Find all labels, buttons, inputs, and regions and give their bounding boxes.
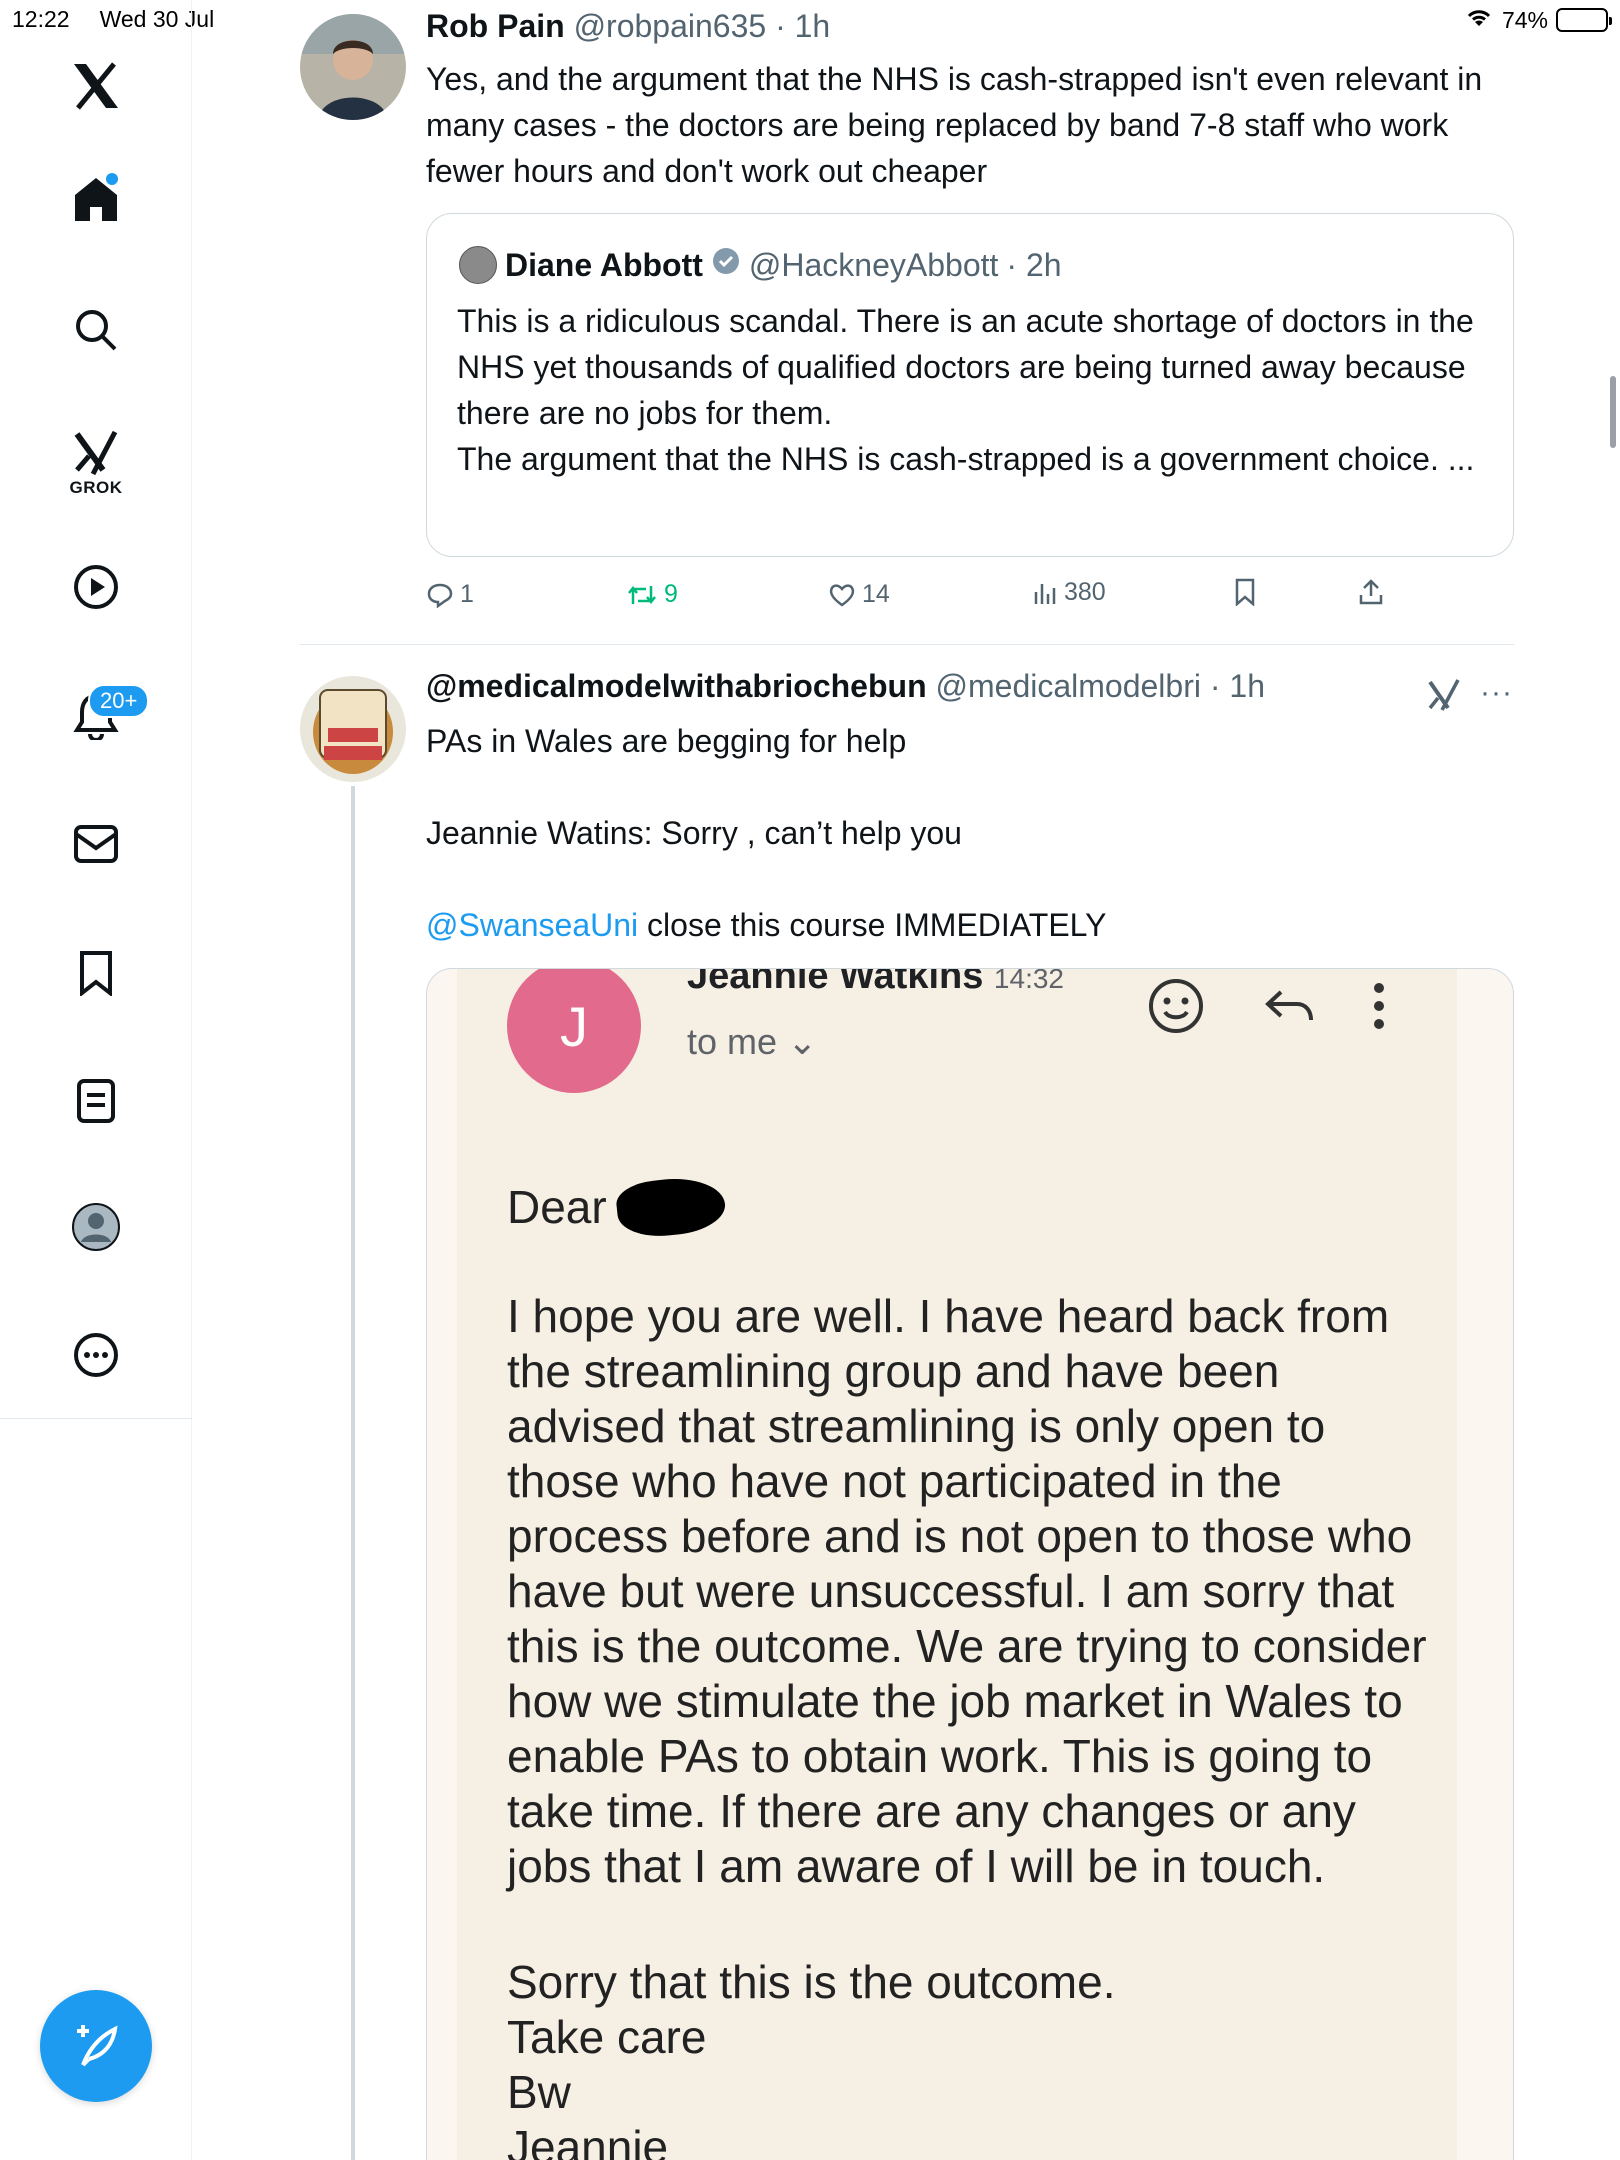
bookmark-icon: [1235, 578, 1255, 606]
email-sender-name: Jeannie Watkins: [687, 968, 984, 997]
share-button[interactable]: [1358, 578, 1384, 606]
avatar-rob-pain[interactable]: [300, 14, 406, 120]
reply-icon: [427, 583, 453, 608]
emoji-react-icon: [1149, 979, 1203, 1033]
attached-email-screenshot[interactable]: J Jeannie Watkins 14:32 to me ⌄ Dear I h…: [426, 968, 1514, 2160]
grok-explain-icon[interactable]: [1426, 676, 1462, 717]
quoted-tweet-header: Diane Abbott @HackneyAbbott · 2h: [459, 246, 1062, 284]
tweet2-line3: @SwanseaUni close this course IMMEDIATEL…: [426, 902, 1516, 948]
more-options-dots-icon[interactable]: ···: [1480, 676, 1513, 710]
email-signoff: Sorry that this is the outcome. Take car…: [507, 1956, 1116, 2160]
bookmarks-icon[interactable]: [0, 950, 192, 996]
email-reply-arrow-icon: [1265, 990, 1313, 1021]
email-time: 14:32: [993, 968, 1064, 994]
redacted-name-mark: [614, 1173, 728, 1241]
compose-post-button[interactable]: [40, 1990, 152, 2102]
grok-label: GROK: [69, 478, 123, 497]
tweet1-text: Yes, and the argument that the NHS is ca…: [426, 61, 1483, 189]
email-actions: [1147, 977, 1385, 1035]
verified-badge-icon: [711, 246, 741, 284]
tweet-separator: [300, 644, 1514, 645]
tweet2-line3-rest: close this course IMMEDIATELY: [638, 907, 1107, 943]
grok-nav-item[interactable]: GROK: [0, 428, 192, 498]
email-greeting-text: Dear: [507, 1181, 607, 1233]
tweet2-text: PAs in Wales are begging for help Jeanni…: [426, 718, 1516, 948]
quoted-author-name: Diane Abbott: [505, 246, 703, 283]
bookmark-button[interactable]: [1234, 578, 1256, 606]
tweet2-line1: PAs in Wales are begging for help: [426, 723, 907, 759]
views-chart-icon: [1034, 583, 1056, 604]
reply-button[interactable]: 1: [426, 580, 474, 609]
quoted-timestamp: · 2h: [1006, 246, 1062, 283]
tweet1-author-handle[interactable]: @robpain635: [574, 8, 767, 44]
email-recipient: to me ⌄: [687, 1021, 817, 1063]
like-count: 14: [862, 580, 890, 608]
thread-line: [351, 786, 355, 2160]
battery-icon: [1556, 8, 1612, 32]
email-chevron-down-icon: ⌄: [787, 1021, 818, 1062]
avatar-medicalmodel[interactable]: [300, 676, 406, 782]
repost-count: 9: [664, 580, 678, 608]
status-bar-right: 74%: [1464, 6, 1612, 34]
email-sender: Jeannie Watkins 14:32: [687, 968, 1064, 998]
tweet2-author-name[interactable]: @medicalmodelwithabriochebun: [426, 668, 927, 704]
sidebar-divider: [0, 1418, 192, 1419]
quoted-tweet-text: This is a ridiculous scandal. There is a…: [457, 298, 1497, 482]
quoted-author-handle: @HackneyAbbott: [748, 246, 999, 283]
tweet1-header: Rob Pain @robpain635 · 1h: [426, 8, 830, 45]
repost-icon: [628, 585, 656, 604]
like-button[interactable]: 14: [828, 580, 890, 609]
quoted-text-para1: This is a ridiculous scandal. There is a…: [457, 303, 1474, 431]
battery-percent: 74%: [1501, 6, 1548, 33]
email-kebab-menu-icon: [1374, 983, 1384, 1029]
reply-count: 1: [460, 580, 474, 608]
quoted-text-para2: The argument that the NHS is cash-strapp…: [457, 441, 1475, 477]
email-recipient-label: to me: [687, 1021, 778, 1062]
home-icon[interactable]: [0, 175, 192, 223]
grok-icon: [74, 430, 118, 476]
avatar-diane-abbott: [459, 246, 497, 284]
email-screenshot-content: J Jeannie Watkins 14:32 to me ⌄ Dear I h…: [457, 969, 1457, 2160]
sidebar: GROK 20+: [0, 0, 192, 2160]
profile-icon[interactable]: [0, 1202, 192, 1252]
views-count: 380: [1064, 578, 1106, 606]
tweet1-author-name[interactable]: Rob Pain: [426, 8, 565, 44]
quoted-tweet[interactable]: Diane Abbott @HackneyAbbott · 2h This is…: [426, 213, 1514, 557]
compose-quill-icon: [77, 2025, 118, 2067]
email-greeting: Dear: [507, 1173, 728, 1241]
search-icon[interactable]: [0, 308, 192, 352]
wifi-icon: [1464, 6, 1494, 34]
email-body: I hope you are well. I have heard back f…: [507, 1290, 1427, 1892]
email-sender-avatar: J: [507, 969, 641, 1093]
repost-button[interactable]: 9: [626, 580, 678, 609]
scroll-indicator[interactable]: [1610, 376, 1616, 448]
mention-swanseauni-link[interactable]: @SwanseaUni: [426, 907, 638, 943]
x-logo-icon[interactable]: [0, 62, 192, 110]
messages-icon[interactable]: [0, 824, 192, 864]
home-unread-dot: [106, 173, 118, 185]
tweet2-author-handle[interactable]: @medicalmodelbri: [936, 668, 1201, 704]
notifications-badge: 20+: [88, 684, 150, 718]
tweet2-line2: Jeannie Watins: Sorry , can’t help you: [426, 815, 962, 851]
lists-icon[interactable]: [0, 1078, 192, 1124]
like-heart-icon: [829, 583, 855, 607]
tweet1-timestamp[interactable]: · 1h: [775, 8, 830, 44]
views-button[interactable]: 380: [1032, 578, 1106, 607]
share-icon: [1359, 579, 1383, 605]
tweet2-header: @medicalmodelwithabriochebun @medicalmod…: [426, 668, 1265, 705]
video-icon[interactable]: [0, 564, 192, 610]
more-options-icon[interactable]: [0, 1332, 192, 1378]
tweet1-action-bar: 1 9 14 380: [426, 578, 1526, 618]
tweet2-timestamp[interactable]: · 1h: [1210, 668, 1265, 704]
